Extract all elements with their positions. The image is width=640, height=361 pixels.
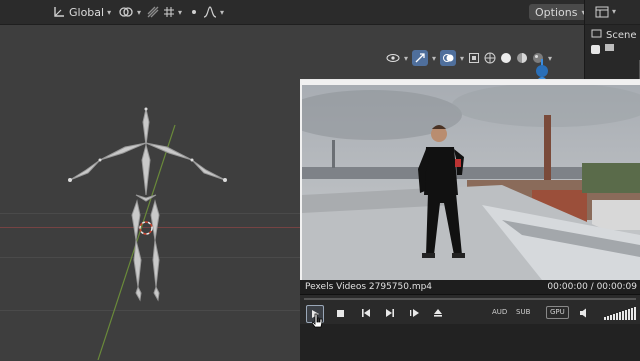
pivot-dropdown[interactable]: ▾ bbox=[118, 3, 141, 21]
falloff-icon bbox=[203, 6, 217, 18]
audio-track-button[interactable]: AUD bbox=[492, 308, 507, 316]
chevron-down-icon: ▾ bbox=[432, 53, 437, 63]
video-content bbox=[302, 85, 640, 280]
eject-icon bbox=[434, 309, 442, 317]
foot-right-bone bbox=[153, 285, 160, 302]
subtitle-button[interactable]: SUB bbox=[516, 308, 530, 316]
editor-header: Global ▾ ▾ ▾ ▾ Options ▾ bbox=[0, 0, 640, 25]
chevron-down-icon: ▾ bbox=[612, 7, 617, 16]
media-player-window: Pexels Videos 2795750.mp4 00:00:00 / 00:… bbox=[300, 79, 640, 361]
stop-icon bbox=[336, 309, 344, 317]
outliner-header: ▾ bbox=[585, 0, 640, 25]
player-controls: AUD SUB GPU bbox=[300, 302, 640, 324]
volume-slider[interactable] bbox=[604, 306, 636, 320]
material-shading-icon[interactable] bbox=[516, 52, 528, 64]
options-dropdown[interactable]: Options ▾ bbox=[529, 4, 592, 20]
snap-grid-icon bbox=[163, 6, 175, 18]
collection-icon bbox=[604, 42, 615, 56]
eject-button[interactable] bbox=[430, 305, 446, 321]
next-button[interactable] bbox=[382, 305, 398, 321]
proportional-edit[interactable]: ▾ bbox=[188, 3, 224, 21]
visibility-eye-icon[interactable] bbox=[386, 52, 400, 64]
thigh-right-bone bbox=[150, 199, 160, 241]
gizmo-toggle-icon[interactable] bbox=[412, 50, 429, 66]
shin-right-bone bbox=[152, 239, 160, 288]
player-lower-area bbox=[300, 324, 640, 361]
pivot-icon bbox=[118, 5, 134, 19]
xray-toggle-icon[interactable] bbox=[468, 52, 480, 64]
forearm-right-bone bbox=[191, 159, 226, 181]
orientation-label: Global bbox=[69, 5, 105, 19]
outliner-editor-icon[interactable] bbox=[595, 5, 609, 19]
seek-track[interactable] bbox=[304, 298, 636, 300]
stop-button[interactable] bbox=[332, 305, 348, 321]
foot-left-bone bbox=[135, 285, 142, 302]
skip-back-icon bbox=[362, 309, 370, 317]
overlays-toggle-icon[interactable] bbox=[440, 50, 457, 66]
head-bone bbox=[142, 108, 150, 146]
chevron-down-icon: ▾ bbox=[548, 53, 553, 63]
frame-step-icon bbox=[409, 309, 419, 317]
mouse-pointer-icon bbox=[312, 313, 323, 328]
gpu-toggle-button[interactable]: GPU bbox=[546, 306, 569, 319]
mute-button[interactable] bbox=[576, 305, 592, 321]
snap-toggle[interactable]: ▾ bbox=[146, 3, 182, 21]
visibility-checkbox[interactable] bbox=[591, 44, 600, 54]
scene-collection-icon bbox=[591, 28, 602, 42]
playback-time: 00:00:00 / 00:00:09 bbox=[547, 282, 637, 292]
video-frame[interactable] bbox=[302, 85, 640, 280]
scene-label: Scene bbox=[606, 29, 637, 41]
solid-shading-icon[interactable] bbox=[500, 52, 512, 64]
outliner-item-row[interactable] bbox=[591, 42, 615, 56]
skip-forward-icon bbox=[386, 309, 394, 317]
frame-step-button[interactable] bbox=[406, 305, 422, 321]
chevron-down-icon: ▾ bbox=[460, 53, 465, 63]
chevron-down-icon: ▾ bbox=[107, 7, 112, 17]
outliner-scene-row[interactable]: Scene bbox=[591, 28, 637, 42]
video-filename: Pexels Videos 2795750.mp4 bbox=[305, 282, 433, 292]
forearm-left-bone bbox=[69, 159, 101, 181]
armature-skeleton[interactable] bbox=[0, 25, 300, 360]
viewport-overlay-toolbar: ▾ ▾ ▾ ▾ bbox=[386, 50, 552, 66]
proportional-edit-icon bbox=[188, 6, 200, 18]
speaker-icon bbox=[579, 308, 586, 318]
upper-arm-left-bone bbox=[99, 142, 147, 161]
gizmo-ball-icon[interactable] bbox=[536, 65, 548, 77]
spine-bone bbox=[141, 143, 151, 196]
wireframe-shading-icon[interactable] bbox=[484, 52, 496, 64]
previous-button[interactable] bbox=[358, 305, 374, 321]
chevron-down-icon: ▾ bbox=[178, 7, 183, 17]
chevron-down-icon: ▾ bbox=[404, 53, 409, 63]
snap-icon bbox=[146, 5, 160, 19]
player-status-bar: Pexels Videos 2795750.mp4 00:00:00 / 00:… bbox=[300, 280, 640, 294]
orientation-icon bbox=[52, 5, 66, 19]
transform-orientation-dropdown[interactable]: Global ▾ bbox=[52, 3, 111, 21]
pelvis-bone bbox=[135, 194, 157, 202]
shin-left-bone bbox=[133, 239, 142, 288]
upper-arm-right-bone bbox=[145, 142, 193, 161]
options-label: Options bbox=[535, 5, 578, 19]
chevron-down-icon: ▾ bbox=[137, 7, 142, 17]
chevron-down-icon: ▾ bbox=[220, 7, 225, 17]
